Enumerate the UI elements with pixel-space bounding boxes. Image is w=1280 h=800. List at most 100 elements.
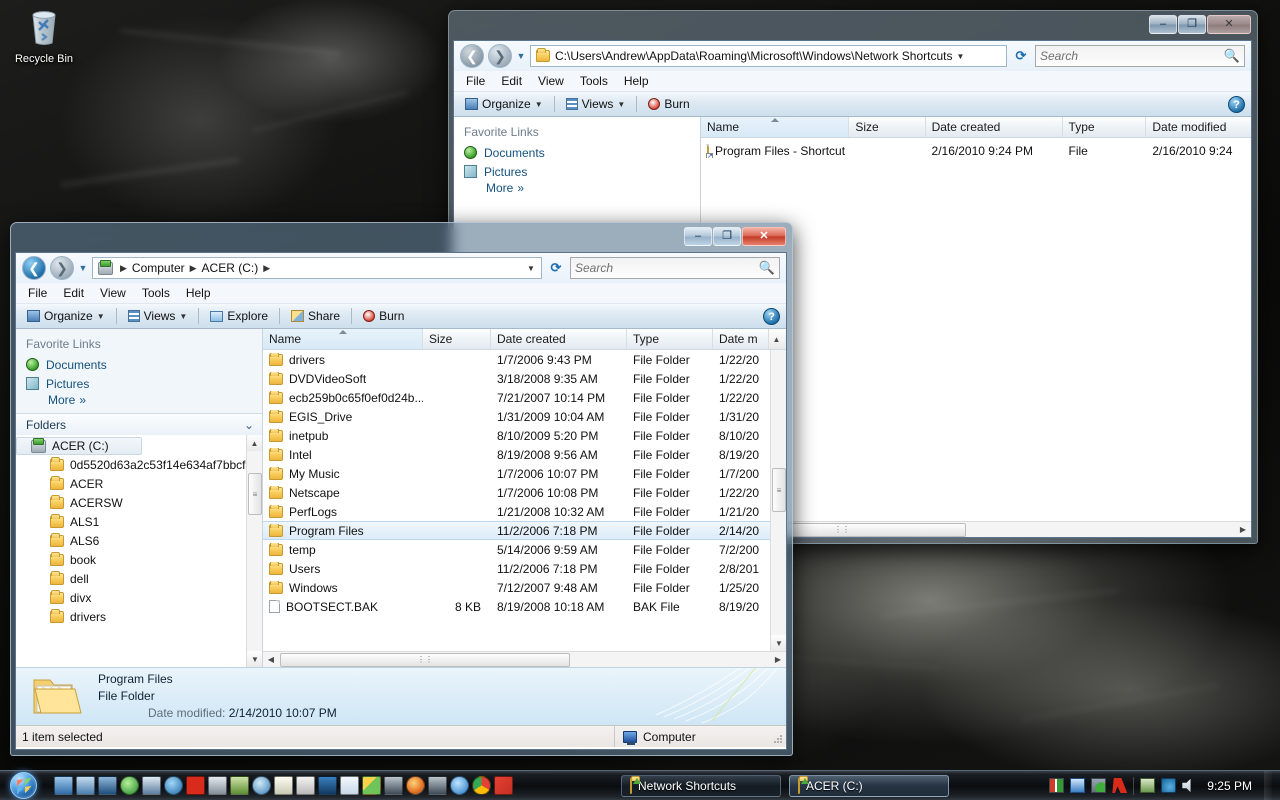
vertical-scrollbar-file-list[interactable]: ≡ ▼ [770, 350, 786, 651]
tree-item-acer-c[interactable]: ACER (C:) [16, 437, 142, 455]
views-button[interactable]: Views ▼ [123, 308, 193, 324]
chrome-icon[interactable] [472, 776, 491, 795]
share-button[interactable]: Share [286, 308, 345, 324]
organize-button[interactable]: Organize ▼ [460, 96, 548, 112]
titlebar-network-shortcuts[interactable]: – ❐ ✕ [453, 15, 1252, 40]
menubar-acer-c[interactable]: File Edit View Tools Help [16, 283, 786, 303]
column-header-name[interactable]: Name [263, 329, 423, 349]
tree-item[interactable]: ALS1 [16, 512, 262, 531]
favorite-link-pictures[interactable]: Pictures [16, 374, 262, 393]
printer-icon[interactable] [208, 776, 227, 795]
scrollbar-thumb[interactable]: ≡ [772, 468, 786, 512]
minimize-button[interactable]: – [684, 227, 712, 246]
maximize-button[interactable]: ❐ [1178, 15, 1206, 34]
address-breadcrumb-bar[interactable]: ▶ Computer ▶ ACER (C:) ▶ ▼ [92, 257, 542, 279]
volume-icon[interactable] [1182, 778, 1191, 793]
file-rows-acer-c[interactable]: drivers 1/7/2006 9:43 PM File Folder 1/22/2… [263, 350, 786, 651]
table-row[interactable]: ecb259b0c65f0ef0d24b... 7/21/2007 10:14 P… [263, 388, 786, 407]
menu-file[interactable]: File [466, 74, 485, 88]
favorite-link-pictures[interactable]: Pictures [454, 162, 700, 181]
photoshop-icon[interactable] [318, 776, 337, 795]
switch-windows-icon[interactable] [76, 776, 95, 795]
table-row[interactable]: ↗ Program Files - Shortcut 2/16/2010 9:2… [701, 141, 1251, 160]
folder-tree[interactable]: ACER (C:) 0d5520d63a2c53f14e634af7bbcf A… [16, 435, 262, 667]
tree-item[interactable]: ACER [16, 474, 262, 493]
taskbar-button-acer-c[interactable]: ACER (C:) [789, 774, 949, 797]
scroll-left-arrow-icon[interactable]: ◀ [263, 655, 279, 664]
resize-grip[interactable] [773, 734, 783, 744]
menu-view[interactable]: View [538, 74, 564, 88]
scroll-up-arrow-icon[interactable]: ▲ [247, 435, 262, 451]
tree-item[interactable]: book [16, 550, 262, 569]
column-headers-network-shortcuts[interactable]: Name Size Date created Type Date modifie… [701, 117, 1251, 138]
column-header-date-modified[interactable]: Date modified [1146, 117, 1251, 137]
quick-launch-bar[interactable] [46, 776, 513, 795]
close-button[interactable]: ✕ [1207, 15, 1251, 34]
avira-icon[interactable] [186, 776, 205, 795]
address-dropdown-icon[interactable]: ▼ [523, 264, 539, 273]
address-input[interactable]: C:\Users\Andrew\AppData\Roaming\Microsof… [530, 45, 1007, 67]
table-row[interactable]: inetpub 8/10/2009 5:20 PM File Folder 8/10/… [263, 426, 786, 445]
table-row[interactable]: Windows 7/12/2007 9:48 AM File Folder 1/25/… [263, 578, 786, 597]
views-button[interactable]: Views ▼ [561, 96, 631, 112]
picture-manager-icon[interactable] [362, 776, 381, 795]
recent-pages-caret-icon[interactable]: ▼ [516, 51, 526, 61]
breadcrumb-acer-c[interactable]: ACER (C:) [200, 261, 261, 275]
recent-pages-caret-icon[interactable]: ▼ [78, 263, 88, 273]
firefox-icon[interactable] [406, 776, 425, 795]
vertical-scrollbar-folder-tree[interactable]: ▲ ≡ ▼ [246, 435, 262, 667]
tree-item[interactable]: ACERSW [16, 493, 262, 512]
taskbar-buttons[interactable]: Network Shortcuts ACER (C:) [621, 774, 949, 797]
column-header-size[interactable]: Size [423, 329, 491, 349]
battery-meter-icon[interactable] [1049, 778, 1065, 793]
clock[interactable]: 9:25 PM [1203, 779, 1258, 793]
favorite-link-documents[interactable]: Documents [16, 355, 262, 374]
burn-button[interactable]: Burn [358, 308, 409, 324]
scroll-right-arrow-icon[interactable]: ▶ [1235, 525, 1251, 534]
table-row[interactable]: Netscape 1/7/2006 10:08 PM File Folder 1/22… [263, 483, 786, 502]
notepad-icon[interactable] [274, 776, 293, 795]
breadcrumb-separator-icon[interactable]: ▶ [260, 263, 273, 274]
taskbar-button-network-shortcuts[interactable]: Network Shortcuts [621, 774, 781, 797]
battery-icon[interactable] [1070, 778, 1086, 793]
system-tray[interactable]: 9:25 PM [1049, 770, 1280, 800]
table-row[interactable]: EGIS_Drive 1/31/2009 10:04 AM File Folder 1… [263, 407, 786, 426]
toolbar-network-shortcuts[interactable]: Organize ▼ Views ▼ Burn ? [454, 91, 1251, 117]
titlebar-acer-c[interactable]: – ❐ ✕ [15, 227, 787, 252]
column-header-date-created[interactable]: Date created [491, 329, 627, 349]
menu-edit[interactable]: Edit [501, 74, 522, 88]
table-row[interactable]: DVDVideoSoft 3/18/2008 9:35 AM File Folder… [263, 369, 786, 388]
scroll-up-arrow-icon[interactable]: ▲ [768, 329, 784, 349]
menu-tools[interactable]: Tools [580, 74, 608, 88]
table-row[interactable]: temp 5/14/2006 9:59 AM File Folder 7/2/200 [263, 540, 786, 559]
favorite-link-documents[interactable]: Documents [454, 143, 700, 162]
close-button[interactable]: ✕ [742, 227, 786, 246]
scroll-down-arrow-icon[interactable]: ▼ [247, 651, 262, 667]
calculator-icon[interactable] [142, 776, 161, 795]
tree-item[interactable]: 0d5520d63a2c53f14e634af7bbcf [16, 455, 262, 474]
minimize-button[interactable]: – [1149, 15, 1177, 34]
info-icon[interactable] [164, 776, 183, 795]
desktop-icon-recycle-bin[interactable]: Recycle Bin [6, 6, 82, 65]
tree-item[interactable]: dell [16, 569, 262, 588]
menu-tools[interactable]: Tools [142, 286, 170, 300]
folders-header[interactable]: Folders ⌄ [16, 413, 262, 435]
camera-icon[interactable] [384, 776, 403, 795]
windows-media-player-icon[interactable] [120, 776, 139, 795]
safely-remove-icon[interactable] [1091, 778, 1107, 793]
scroll-down-arrow-icon[interactable]: ▼ [771, 635, 786, 651]
menu-view[interactable]: View [100, 286, 126, 300]
more-links-button[interactable]: More » [16, 393, 262, 407]
help-button[interactable]: ? [1228, 96, 1245, 113]
back-button[interactable]: ❮ [460, 44, 484, 68]
search-input[interactable]: Search 🔍 [570, 257, 780, 279]
search-input[interactable]: Search 🔍 [1035, 45, 1245, 67]
refresh-button[interactable]: ⟳ [546, 259, 566, 277]
forward-button[interactable]: ❯ [50, 256, 74, 280]
network-icon[interactable] [1161, 778, 1177, 793]
power-icon[interactable] [1140, 778, 1156, 793]
column-header-date-created[interactable]: Date created [926, 117, 1063, 137]
column-header-date-modified[interactable]: Date m [713, 329, 768, 349]
address-dropdown-icon[interactable]: ▼ [952, 52, 968, 61]
menu-edit[interactable]: Edit [63, 286, 84, 300]
